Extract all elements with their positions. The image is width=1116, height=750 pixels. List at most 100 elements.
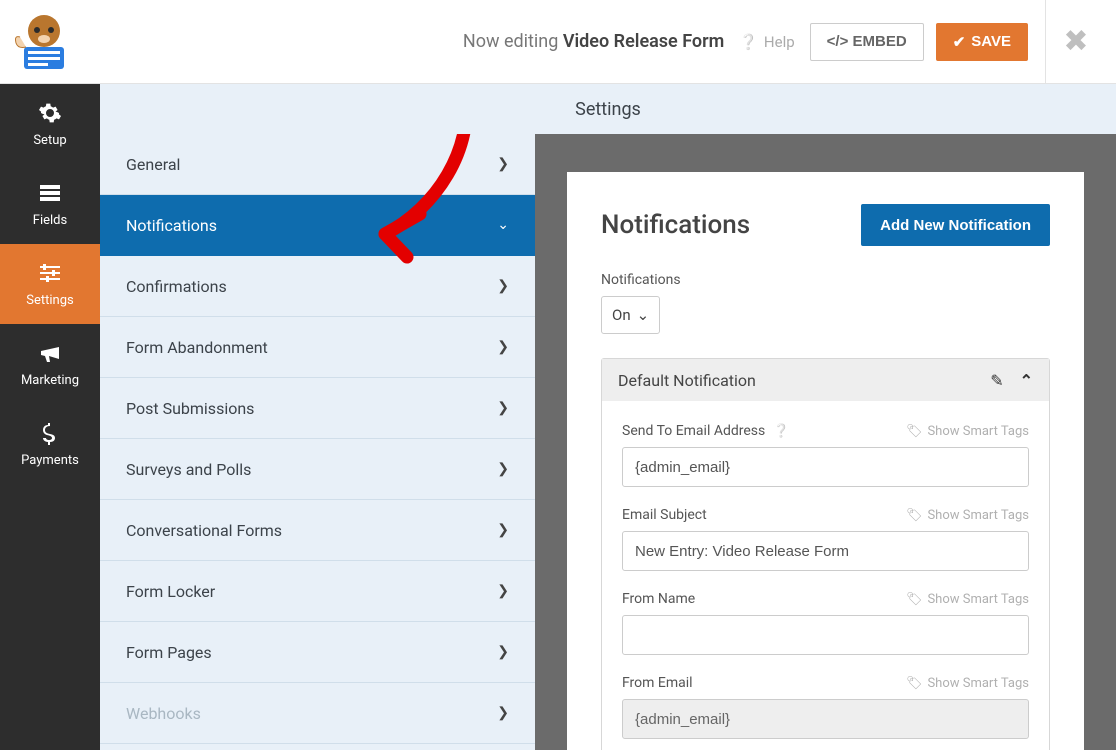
nav-fields-label: Fields — [33, 213, 67, 228]
smart-tags-label: Show Smart Tags — [927, 424, 1029, 439]
smart-tags-link[interactable]: 🏷 Show Smart Tags — [906, 508, 1029, 523]
smart-tags-label: Show Smart Tags — [927, 676, 1029, 691]
subject-label: Email Subject — [622, 507, 707, 523]
help-icon[interactable]: ❔ — [773, 424, 789, 439]
toggle-value: On — [612, 306, 631, 324]
sidebar-item-confirmations[interactable]: Confirmations ❯ — [100, 256, 535, 317]
nav-settings[interactable]: Settings — [0, 244, 100, 324]
nav-settings-label: Settings — [26, 293, 73, 308]
tag-icon: 🏷 — [906, 676, 923, 691]
nav-fields[interactable]: Fields — [0, 164, 100, 244]
content: Settings General ❯ Notifications ⌄ Confi… — [100, 84, 1116, 750]
subject-row: Email Subject 🏷 Show Smart Tags — [622, 507, 1029, 571]
tag-icon: 🏷 — [906, 424, 923, 439]
sidebar-item-surveys-polls[interactable]: Surveys and Polls ❯ — [100, 439, 535, 500]
send-to-row: Send To Email Address ❔ 🏷 Show Smart Tag… — [622, 423, 1029, 487]
edit-icon[interactable]: ✎ — [990, 371, 1003, 390]
embed-button[interactable]: </> EMBED — [810, 23, 924, 61]
app-logo — [10, 12, 80, 72]
smart-tags-link[interactable]: 🏷 Show Smart Tags — [906, 424, 1029, 439]
add-notification-label: Add New Notification — [880, 217, 1031, 234]
help-label: Help — [764, 33, 795, 51]
close-button[interactable]: ✖ — [1056, 24, 1096, 59]
chevron-right-icon: ❯ — [497, 644, 509, 660]
sidebar-item-label: Confirmations — [126, 277, 227, 296]
sidebar-item-conversational-forms[interactable]: Conversational Forms ❯ — [100, 500, 535, 561]
embed-label: </> EMBED — [827, 33, 907, 50]
sidebar-item-label: Conversational Forms — [126, 521, 282, 540]
sidebar-item-label: Form Pages — [126, 643, 212, 662]
send-to-input[interactable] — [622, 447, 1029, 487]
gear-icon — [38, 101, 62, 125]
sidebar-item-label: Surveys and Polls — [126, 460, 251, 479]
nav-setup[interactable]: Setup — [0, 84, 100, 164]
tag-icon: 🏷 — [906, 508, 923, 523]
save-button[interactable]: ✔ SAVE — [936, 23, 1028, 61]
sidebar-item-label: Webhooks — [126, 704, 201, 723]
main: Setup Fields Settings Marketing Payments… — [0, 84, 1116, 750]
panel-header: Notifications Add New Notification — [601, 204, 1050, 246]
nav-payments[interactable]: Payments — [0, 404, 100, 484]
notifications-panel: Notifications Add New Notification Notif… — [567, 172, 1084, 750]
smart-tags-link[interactable]: 🏷 Show Smart Tags — [906, 592, 1029, 607]
from-name-label: From Name — [622, 591, 695, 607]
nav-setup-label: Setup — [33, 133, 66, 148]
chevron-right-icon: ❯ — [497, 339, 509, 355]
notifications-toggle[interactable]: On ⌄ — [601, 296, 660, 334]
editing-label: Now editing Video Release Form — [463, 31, 724, 52]
sidebar-item-label: Form Abandonment — [126, 338, 268, 357]
list-icon — [38, 181, 62, 205]
settings-sidebar: General ❯ Notifications ⌄ Confirmations … — [100, 134, 535, 750]
smart-tags-label: Show Smart Tags — [927, 508, 1029, 523]
panel-title: Notifications — [601, 210, 750, 240]
chevron-right-icon: ❯ — [497, 461, 509, 477]
sidebar-item-label: General — [126, 155, 180, 174]
add-notification-button[interactable]: Add New Notification — [861, 204, 1050, 246]
nav-marketing-label: Marketing — [21, 373, 79, 388]
from-email-input[interactable] — [622, 699, 1029, 739]
from-email-row: From Email 🏷 Show Smart Tags — [622, 675, 1029, 739]
help-icon: ❔ — [739, 33, 758, 51]
subject-input[interactable] — [622, 531, 1029, 571]
chevron-right-icon: ❯ — [497, 522, 509, 538]
card-body: Send To Email Address ❔ 🏷 Show Smart Tag… — [602, 401, 1049, 750]
notifications-toggle-label: Notifications — [601, 272, 1050, 288]
sidebar-item-label: Notifications — [126, 216, 217, 235]
page-title: Settings — [100, 84, 1116, 134]
editing-prefix: Now editing — [463, 31, 558, 52]
divider — [1045, 0, 1046, 84]
sidebar-item-notifications[interactable]: Notifications ⌄ — [100, 195, 535, 256]
sidebar-item-label: Post Submissions — [126, 399, 254, 418]
card-title: Default Notification — [618, 371, 756, 390]
sidebar-item-form-locker[interactable]: Form Locker ❯ — [100, 561, 535, 622]
smart-tags-label: Show Smart Tags — [927, 592, 1029, 607]
save-label: SAVE — [971, 33, 1011, 50]
smart-tags-link[interactable]: 🏷 Show Smart Tags — [906, 676, 1029, 691]
dollar-icon — [38, 421, 62, 445]
megaphone-icon — [38, 341, 62, 365]
nav-marketing[interactable]: Marketing — [0, 324, 100, 404]
sidebar-item-form-pages[interactable]: Form Pages ❯ — [100, 622, 535, 683]
columns: General ❯ Notifications ⌄ Confirmations … — [100, 134, 1116, 750]
from-name-input[interactable] — [622, 615, 1029, 655]
collapse-icon[interactable]: ⌃ — [1020, 371, 1033, 390]
sidebar-item-webhooks[interactable]: Webhooks ❯ — [100, 683, 535, 744]
sliders-icon — [38, 261, 62, 285]
chevron-right-icon: ❯ — [497, 583, 509, 599]
help-link[interactable]: ❔ Help — [739, 33, 794, 51]
sidebar-item-general[interactable]: General ❯ — [100, 134, 535, 195]
chevron-down-icon: ⌄ — [497, 217, 509, 233]
chevron-right-icon: ❯ — [497, 705, 509, 721]
sidebar-item-label: Form Locker — [126, 582, 215, 601]
from-email-label: From Email — [622, 675, 693, 691]
left-nav: Setup Fields Settings Marketing Payments — [0, 84, 100, 750]
card-header: Default Notification ✎ ⌃ — [602, 359, 1049, 401]
chevron-right-icon: ❯ — [497, 156, 509, 172]
sidebar-item-post-submissions[interactable]: Post Submissions ❯ — [100, 378, 535, 439]
chevron-right-icon: ❯ — [497, 278, 509, 294]
panel-wrap: Notifications Add New Notification Notif… — [535, 134, 1116, 750]
check-icon: ✔ — [953, 33, 966, 51]
sidebar-item-form-abandonment[interactable]: Form Abandonment ❯ — [100, 317, 535, 378]
chevron-down-icon: ⌄ — [637, 306, 650, 324]
form-name: Video Release Form — [563, 31, 724, 52]
